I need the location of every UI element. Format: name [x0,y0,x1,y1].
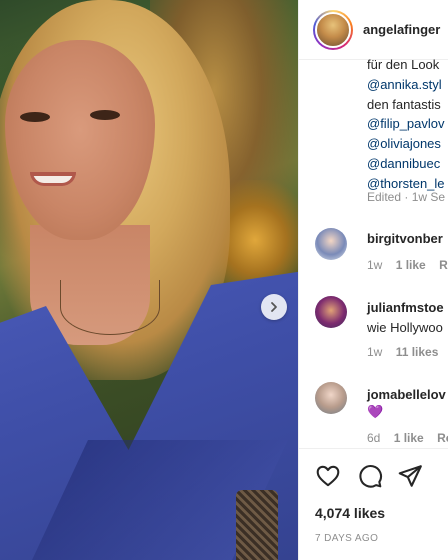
comment-likes[interactable]: 11 likes [396,345,439,359]
caption-mention[interactable]: @filip_pavlov [367,114,448,134]
comment-icon [359,465,383,488]
chevron-right-icon [271,302,277,312]
post-header: angelafinger [299,0,448,60]
post-timestamp[interactable]: 7 DAYS AGO [315,533,378,544]
comment-username[interactable]: jomabellelov [367,387,446,402]
comment-username[interactable]: julianfmstoe [367,300,444,315]
photo-smile [30,172,76,186]
heart-icon [316,465,340,487]
photo-chair [236,490,278,560]
author-avatar[interactable] [313,9,353,50]
commenter-avatar[interactable] [315,296,347,328]
commenter-avatar[interactable] [315,382,347,414]
photo-eye [20,112,50,122]
caption-text: den fantastis [367,96,441,112]
likes-count[interactable]: 4,074 likes [315,505,385,521]
post-side-panel: angelafinger für den Look @annika.styl d… [298,0,448,560]
reply-button[interactable]: Re [437,431,448,445]
share-button[interactable] [397,463,423,489]
comment-time: 1w [367,258,383,272]
caption-meta: Edited · 1w Se [367,190,446,204]
comment-meta: 6d 1 like Re [367,431,448,445]
comment-time: 1w [367,345,383,359]
post-caption: für den Look @annika.styl den fantastis … [367,55,448,194]
caption-mention[interactable]: @dannibuec [367,154,448,174]
comment-likes[interactable]: 1 like [394,431,424,445]
caption-mention[interactable]: @oliviajones [367,134,448,154]
like-button[interactable] [315,463,341,489]
photo-necklace [60,280,160,335]
photo-eye [90,110,120,120]
comment-button[interactable] [357,463,383,489]
reply-button[interactable]: Re [439,258,448,272]
commenter-avatar[interactable] [315,228,347,260]
comment-meta: 1w 1 like Re [367,258,448,272]
purple-heart-emoji: 💜 [367,404,384,419]
caption-text: für den Look [367,57,440,72]
comment-text: wie Hollywoo [367,320,443,335]
comment-meta: 1w 11 likes R [367,345,448,359]
comment-likes[interactable]: 1 like [396,258,426,272]
post-photo[interactable] [0,0,298,560]
send-icon [398,465,422,487]
comment-time: 6d [367,431,381,445]
post-actions: 4,074 likes 7 DAYS AGO [299,448,448,560]
next-image-button[interactable] [261,294,287,320]
comment-username[interactable]: birgitvonber [367,231,443,246]
author-username[interactable]: angelafinger [363,22,440,37]
caption-mention[interactable]: @annika.styl [367,75,448,95]
